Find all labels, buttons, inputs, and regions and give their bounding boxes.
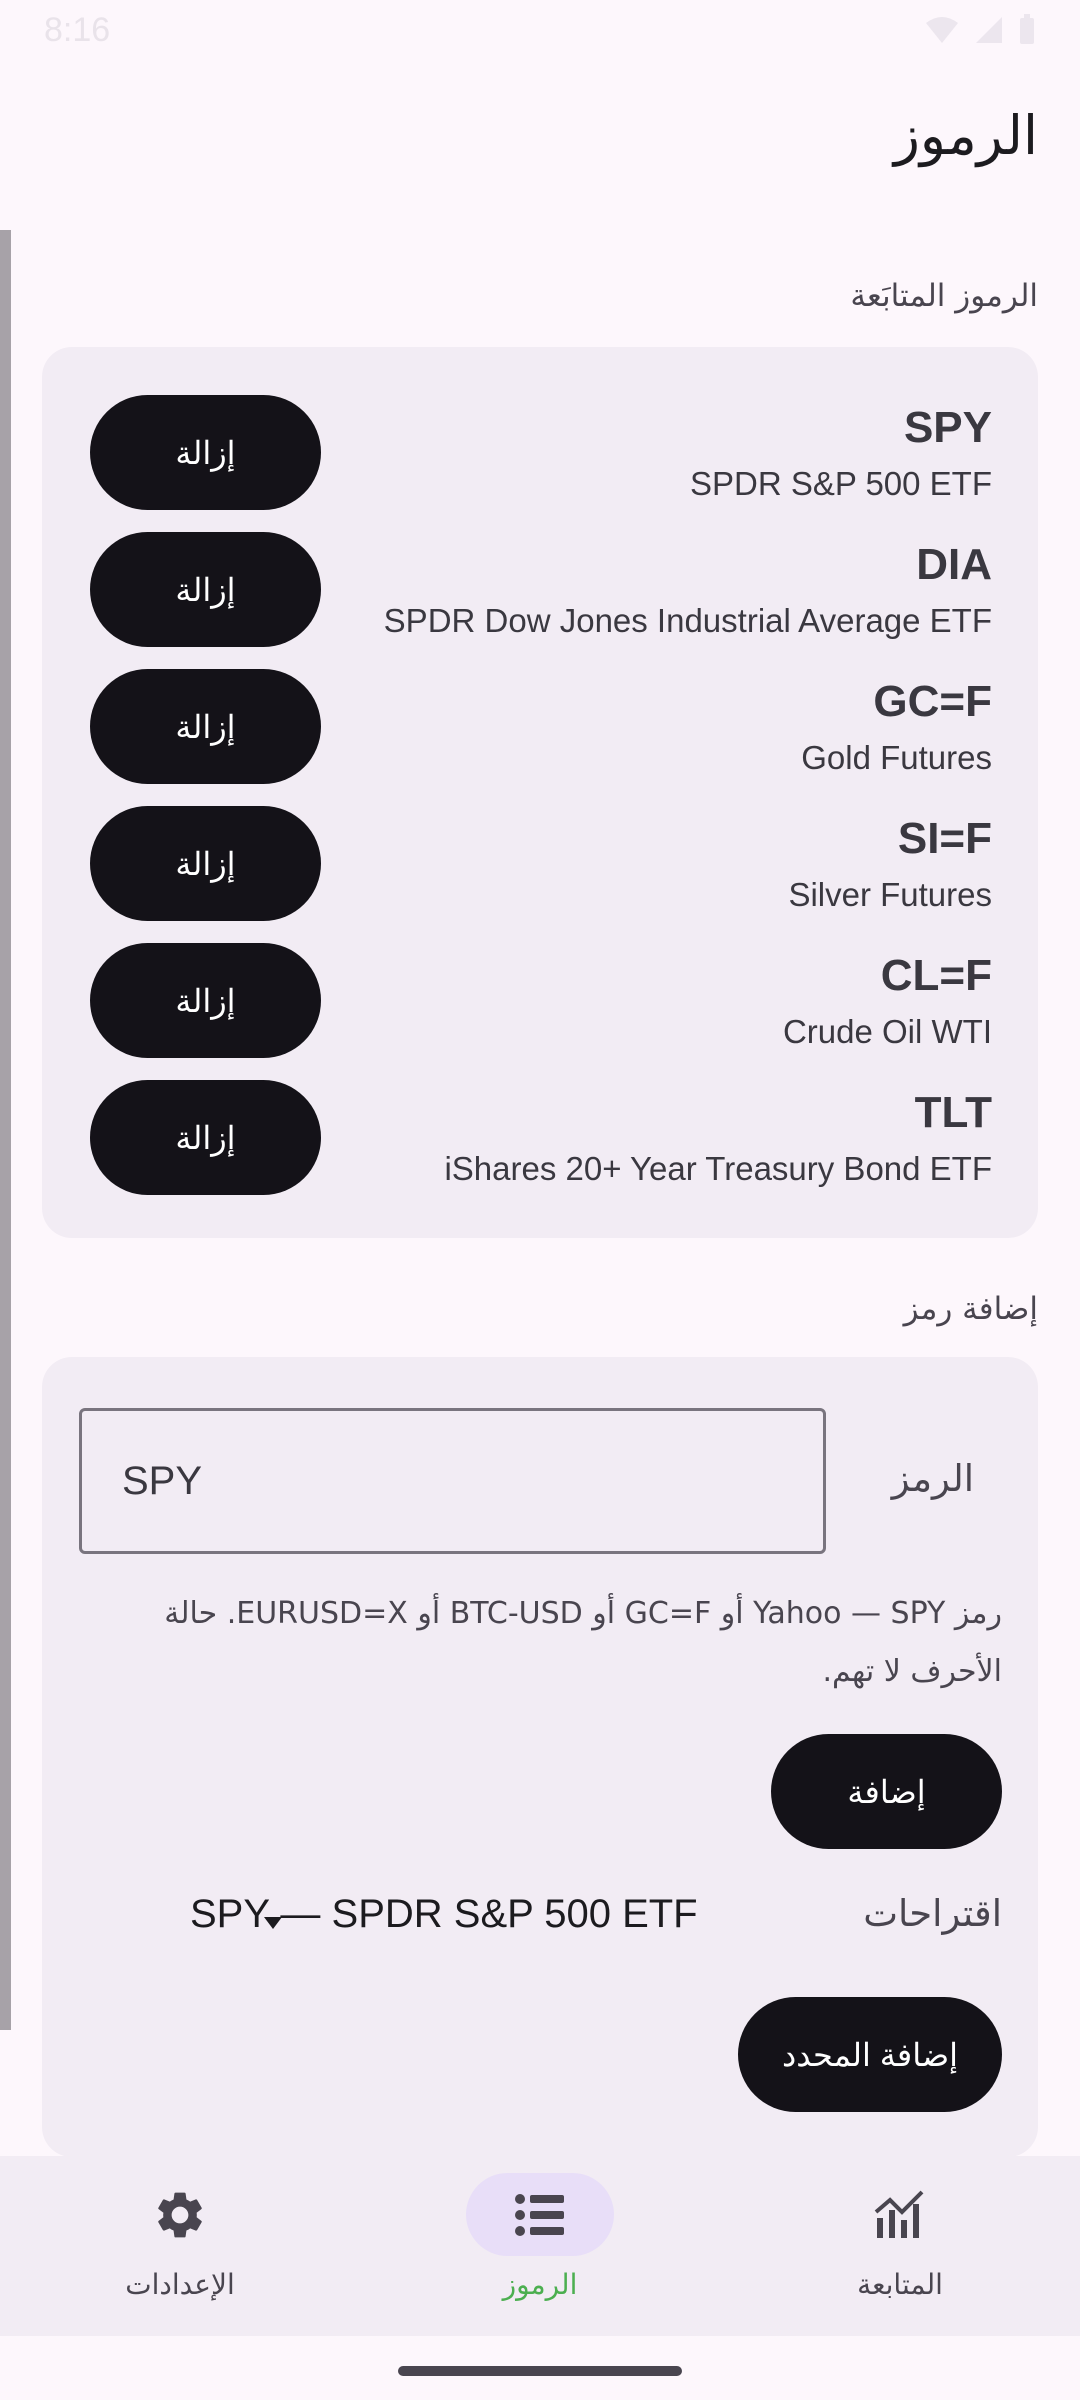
- symbol-code: DIA: [916, 540, 992, 589]
- nav-label-settings: الإعدادات: [125, 2268, 235, 2301]
- add-selected-button[interactable]: إضافة المحدد: [738, 1997, 1002, 2112]
- symbol-code: SPY: [903, 403, 992, 452]
- symbol-name: SPDR S&P 500 ETF: [689, 465, 992, 502]
- tracked-symbols-card: إزالة SPY SPDR S&P 500 ETF إزالة DIA SPD…: [42, 347, 1038, 1238]
- nav-icon-container: [106, 2173, 254, 2256]
- tracked-section-label: الرموز المتابَعة: [850, 278, 1038, 314]
- symbol-input[interactable]: SPY: [79, 1408, 826, 1554]
- list-icon: [515, 2193, 564, 2236]
- nav-item-symbols[interactable]: الرموز: [360, 2156, 720, 2336]
- chart-icon: [874, 2190, 924, 2238]
- status-time: 8:16: [44, 10, 111, 49]
- list-item: إزالة GC=F Gold Futures: [42, 669, 1038, 806]
- battery-icon: [1020, 14, 1034, 44]
- gesture-handle[interactable]: [398, 2366, 682, 2376]
- scrollbar[interactable]: [0, 230, 11, 2030]
- suggestions-label: اقتراحات: [863, 1892, 1002, 1935]
- signal-icon: [976, 17, 1002, 43]
- page-title: الرموز: [893, 104, 1038, 167]
- list-item: إزالة DIA SPDR Dow Jones Industrial Aver…: [42, 532, 1038, 669]
- nav-item-settings[interactable]: الإعدادات: [0, 2156, 360, 2336]
- symbol-name: Gold Futures: [801, 739, 992, 776]
- symbol-code: CL=F: [880, 951, 992, 1000]
- list-item: إزالة SPY SPDR S&P 500 ETF: [42, 395, 1038, 532]
- status-bar: 8:16: [0, 0, 1080, 60]
- add-button[interactable]: إضافة: [771, 1734, 1002, 1849]
- remove-button[interactable]: إزالة: [90, 669, 321, 784]
- helper-text: رمز Yahoo — SPY أو GC=F أو BTC-USD أو EU…: [164, 1596, 1002, 1689]
- symbol-name: Silver Futures: [788, 876, 992, 913]
- nav-label-symbols: الرموز: [502, 2268, 578, 2301]
- remove-button[interactable]: إزالة: [90, 532, 321, 647]
- remove-button[interactable]: إزالة: [90, 943, 321, 1058]
- symbol-name: Crude Oil WTI: [782, 1013, 992, 1050]
- symbol-name: SPDR Dow Jones Industrial Average ETF: [383, 602, 992, 639]
- list-item: إزالة CL=F Crude Oil WTI: [42, 943, 1038, 1080]
- symbol-code: GC=F: [873, 677, 992, 726]
- nav-item-tracking[interactable]: المتابعة: [720, 2156, 1080, 2336]
- gear-icon: [158, 2192, 202, 2237]
- dropdown-caret-icon: [264, 1917, 282, 1929]
- remove-button[interactable]: إزالة: [90, 395, 321, 510]
- list-item: إزالة SI=F Silver Futures: [42, 806, 1038, 943]
- bottom-navigation: الإعدادات الرموز المتابعة: [0, 2156, 1080, 2336]
- list-item: إزالة TLT iShares 20+ Year Treasury Bond…: [42, 1080, 1038, 1217]
- symbol-field-label: الرمز: [891, 1457, 974, 1500]
- remove-button[interactable]: إزالة: [90, 1080, 321, 1195]
- symbol-code: TLT: [914, 1088, 992, 1137]
- add-symbol-card: SPY الرمز رمز Yahoo — SPY أو GC=F أو BTC…: [42, 1357, 1038, 2157]
- add-symbol-section-label: إضافة رمز: [903, 1291, 1038, 1327]
- symbol-name: iShares 20+ Year Treasury Bond ETF: [444, 1150, 992, 1187]
- nav-active-indicator: [466, 2173, 614, 2256]
- nav-icon-container: [826, 2173, 974, 2256]
- status-icons: [924, 14, 1036, 46]
- wifi-icon: [926, 17, 958, 43]
- nav-label-tracking: المتابعة: [857, 2268, 943, 2301]
- symbol-code: SI=F: [897, 814, 992, 863]
- remove-button[interactable]: إزالة: [90, 806, 321, 921]
- suggestions-dropdown[interactable]: SPY — SPDR S&P 500 ETF: [190, 1892, 698, 1937]
